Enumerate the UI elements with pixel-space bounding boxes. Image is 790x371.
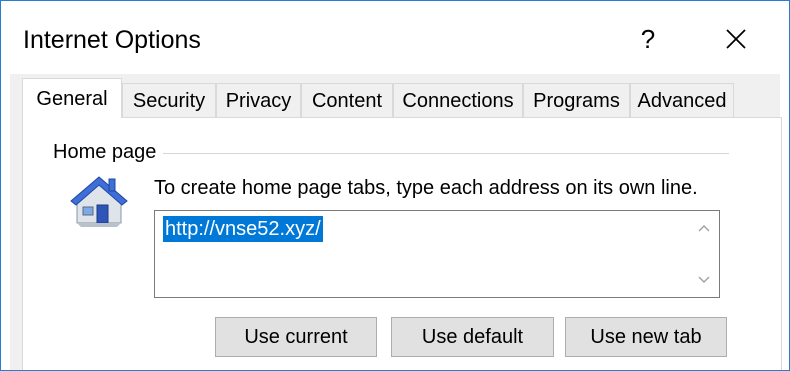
close-icon xyxy=(726,29,746,49)
home-page-instruction: To create home page tabs, type each addr… xyxy=(154,177,698,199)
tab-security[interactable]: Security xyxy=(122,83,216,117)
chevron-up-icon[interactable] xyxy=(698,223,710,235)
tab-privacy[interactable]: Privacy xyxy=(216,83,301,117)
close-button[interactable] xyxy=(713,21,759,57)
use-current-button[interactable]: Use current xyxy=(215,317,377,357)
home-page-section-label: Home page xyxy=(53,139,163,165)
tab-advanced[interactable]: Advanced xyxy=(630,83,734,117)
help-icon: ? xyxy=(640,24,656,54)
window-title: Internet Options xyxy=(23,26,201,54)
title-bar[interactable]: Internet Options ? xyxy=(1,1,789,61)
help-button[interactable]: ? xyxy=(625,21,671,57)
chevron-down-icon[interactable] xyxy=(698,273,710,285)
tab-programs[interactable]: Programs xyxy=(523,83,630,117)
dialog-window: Internet Options ? General Security Priv… xyxy=(0,0,790,371)
tab-general[interactable]: General xyxy=(22,78,122,118)
house-icon xyxy=(67,171,131,236)
home-page-url-value[interactable]: http://vnse52.xyz/ xyxy=(163,216,323,242)
url-box-scrollbar[interactable] xyxy=(689,211,719,297)
tab-content[interactable]: Content xyxy=(301,83,393,117)
tab-connections[interactable]: Connections xyxy=(393,83,523,117)
use-default-button[interactable]: Use default xyxy=(391,317,554,357)
section-divider xyxy=(163,153,729,154)
home-page-url-textarea[interactable]: http://vnse52.xyz/ xyxy=(154,210,720,298)
use-new-tab-button[interactable]: Use new tab xyxy=(565,317,727,357)
tab-strip: General Security Privacy Content Connect… xyxy=(22,78,762,118)
